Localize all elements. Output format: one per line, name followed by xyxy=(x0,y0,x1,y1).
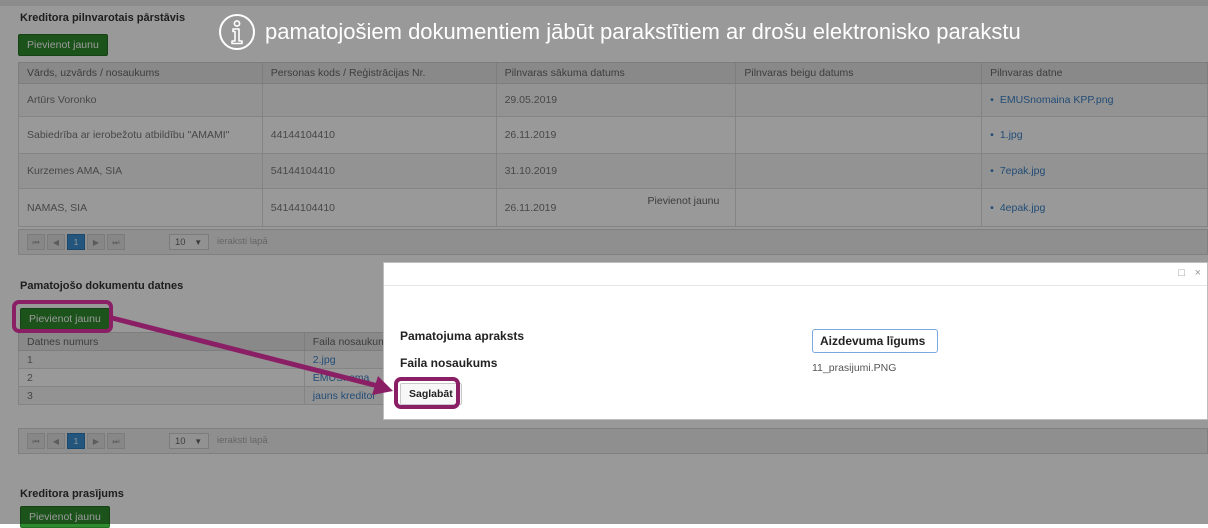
annotation-arrow xyxy=(109,315,393,395)
